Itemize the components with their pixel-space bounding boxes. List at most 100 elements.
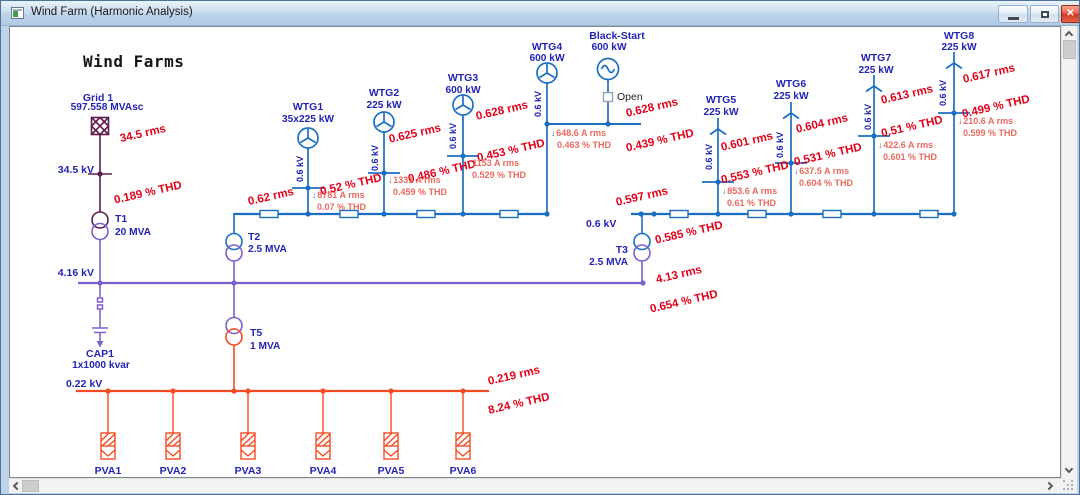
wtg5-name: WTG5 <box>705 94 737 106</box>
wtg5-kv-label: 0.6 kV <box>704 143 714 171</box>
generator-black-start[interactable] <box>596 57 620 125</box>
wtg1-arms-value: 8781 A rms <box>317 190 365 200</box>
resize-grip-icon[interactable] <box>1063 480 1065 482</box>
app-window: Wind Farms Grid 1 597.558 MVAsc 34.5 rms… <box>0 0 1080 495</box>
pv-array-pva5[interactable] <box>383 391 399 460</box>
bus-600v-right[interactable] <box>631 209 957 219</box>
wtg8-branch-current: ↓210.6 A rms <box>958 116 1013 126</box>
scroll-left-icon[interactable] <box>12 481 22 491</box>
capacitor-cap1[interactable] <box>92 283 108 348</box>
wtg8-arms-value: 210.6 A rms <box>963 116 1014 126</box>
pva6-name: PVA6 <box>449 465 477 477</box>
bus-022kv-label: 0.22 kV <box>66 378 103 390</box>
black-start-rating: 600 kW <box>591 42 627 53</box>
down-arrow-icon: ↓ <box>388 175 393 185</box>
cap1-rating: 1x1000 kvar <box>72 360 130 371</box>
wtg6-branch-current: ↓637.5 A rms <box>794 166 849 176</box>
bus-416kv-label: 4.16 kV <box>57 267 94 279</box>
bus-600v-left[interactable] <box>234 209 550 219</box>
close-button[interactable]: ✕ <box>1061 5 1079 23</box>
wtg8-branch-thd: 0.599 % THD <box>963 128 1018 138</box>
wtg6-arms-value: 637.5 A rms <box>799 166 850 176</box>
down-arrow-icon: ↓ <box>958 116 963 126</box>
pv-array-pva4[interactable] <box>315 391 331 460</box>
wtg5-rating: 225 kW <box>703 107 739 118</box>
minimize-icon <box>1008 17 1019 20</box>
vertical-scrollbar[interactable] <box>1061 26 1077 478</box>
pv-array-pva2[interactable] <box>165 391 181 460</box>
bus-4160v[interactable] <box>78 280 646 286</box>
vertical-scroll-thumb[interactable] <box>1063 40 1076 59</box>
wtg6-name: WTG6 <box>775 78 807 90</box>
horizontal-scroll-thumb[interactable] <box>22 480 39 492</box>
wtg7-rating: 225 kW <box>858 65 894 76</box>
bus-345kv-label: 34.5 kV <box>57 164 94 176</box>
wtg3-branch-thd: 0.529 % THD <box>472 170 527 180</box>
scrollbar-corner <box>1061 478 1077 493</box>
transformer-t5[interactable] <box>225 316 243 392</box>
wind-turbine-wtg4[interactable] <box>536 62 641 214</box>
wtg1-kv-label: 0.6 kV <box>295 155 305 183</box>
t3-name: T3 <box>615 244 628 256</box>
close-icon: ✕ <box>1066 8 1075 19</box>
wtg4-branch-current: ↓648.6 A rms <box>551 128 606 138</box>
pv-array-pva3[interactable] <box>240 391 256 460</box>
wtg1-branch-thd: 0.07 % THD <box>317 202 367 212</box>
pva4-name: PVA4 <box>309 465 337 477</box>
wtg5-arms-value: 853.6 A rms <box>727 186 778 196</box>
wtg7-branch-thd: 0.601 % THD <box>883 152 938 162</box>
scroll-up-icon[interactable] <box>1064 30 1074 40</box>
open-switch-label: Open <box>617 91 643 103</box>
pva3-name: PVA3 <box>234 465 262 477</box>
transformer-t2[interactable] <box>225 213 243 318</box>
restore-icon <box>1041 11 1049 18</box>
wtg5-branch-thd: 0.61 % THD <box>727 198 777 208</box>
scroll-right-icon[interactable] <box>1044 481 1054 491</box>
grid-rating: 597.558 MVAsc <box>70 102 144 113</box>
wtg6-branch-thd: 0.604 % THD <box>799 178 854 188</box>
transformer-t1[interactable] <box>91 211 109 283</box>
wtg2-name: WTG2 <box>368 87 400 99</box>
minimize-button[interactable] <box>998 5 1028 23</box>
wtg4-rating: 600 kW <box>529 53 565 64</box>
window-title: Wind Farm (Harmonic Analysis) <box>31 6 193 18</box>
wtg8-rating: 225 kW <box>941 42 977 53</box>
pv-array-pva1[interactable] <box>100 391 116 460</box>
down-arrow-icon: ↓ <box>878 140 883 150</box>
wtg4-kv-label: 0.6 kV <box>533 90 543 118</box>
black-start-name: Black-Start <box>589 30 645 42</box>
wtg6-rating: 225 kW <box>773 91 809 102</box>
wtg1-rating: 35x225 kW <box>281 114 335 125</box>
wtg3-branch-current: ↓1153 A rms <box>467 158 519 168</box>
horizontal-scrollbar[interactable] <box>9 478 1061 493</box>
pva1-name: PVA1 <box>94 465 122 477</box>
scroll-down-icon[interactable] <box>1064 464 1074 474</box>
diagram-title: Wind Farms <box>83 52 185 71</box>
t5-rating: 1 MVA <box>250 341 281 352</box>
oneline-diagram <box>76 52 970 460</box>
restore-button[interactable] <box>1030 5 1059 23</box>
transformer-t3[interactable] <box>633 214 651 283</box>
wtg3-name: WTG3 <box>447 72 479 84</box>
t1-name: T1 <box>115 213 128 225</box>
wtg3-arms-value: 1153 A rms <box>472 158 520 168</box>
down-arrow-icon: ↓ <box>467 158 472 168</box>
app-icon[interactable] <box>11 7 24 19</box>
wtg2-arms-value: 1331 A rms <box>393 175 441 185</box>
wtg7-name: WTG7 <box>860 52 892 64</box>
open-switch[interactable] <box>602 91 614 103</box>
wind-turbine-wtg3[interactable] <box>447 94 479 214</box>
bus-220v[interactable] <box>76 388 489 394</box>
wtg3-rating: 600 kW <box>445 85 481 96</box>
pva2-name: PVA2 <box>159 465 187 477</box>
pv-array-symbols[interactable] <box>100 391 471 460</box>
wtg7-arms-value: 422.6 A rms <box>883 140 934 150</box>
pv-array-pva6[interactable] <box>455 391 471 460</box>
cap1-name: CAP1 <box>85 348 115 360</box>
down-arrow-icon: ↓ <box>794 166 799 176</box>
wtg7-branch-current: ↓422.6 A rms <box>878 140 933 150</box>
wtg6-kv-label: 0.6 kV <box>775 131 785 159</box>
wtg1-name: WTG1 <box>292 101 324 113</box>
wtg8-kv-label: 0.6 kV <box>938 79 948 107</box>
bus-06kv-label: 0.6 kV <box>586 218 617 230</box>
